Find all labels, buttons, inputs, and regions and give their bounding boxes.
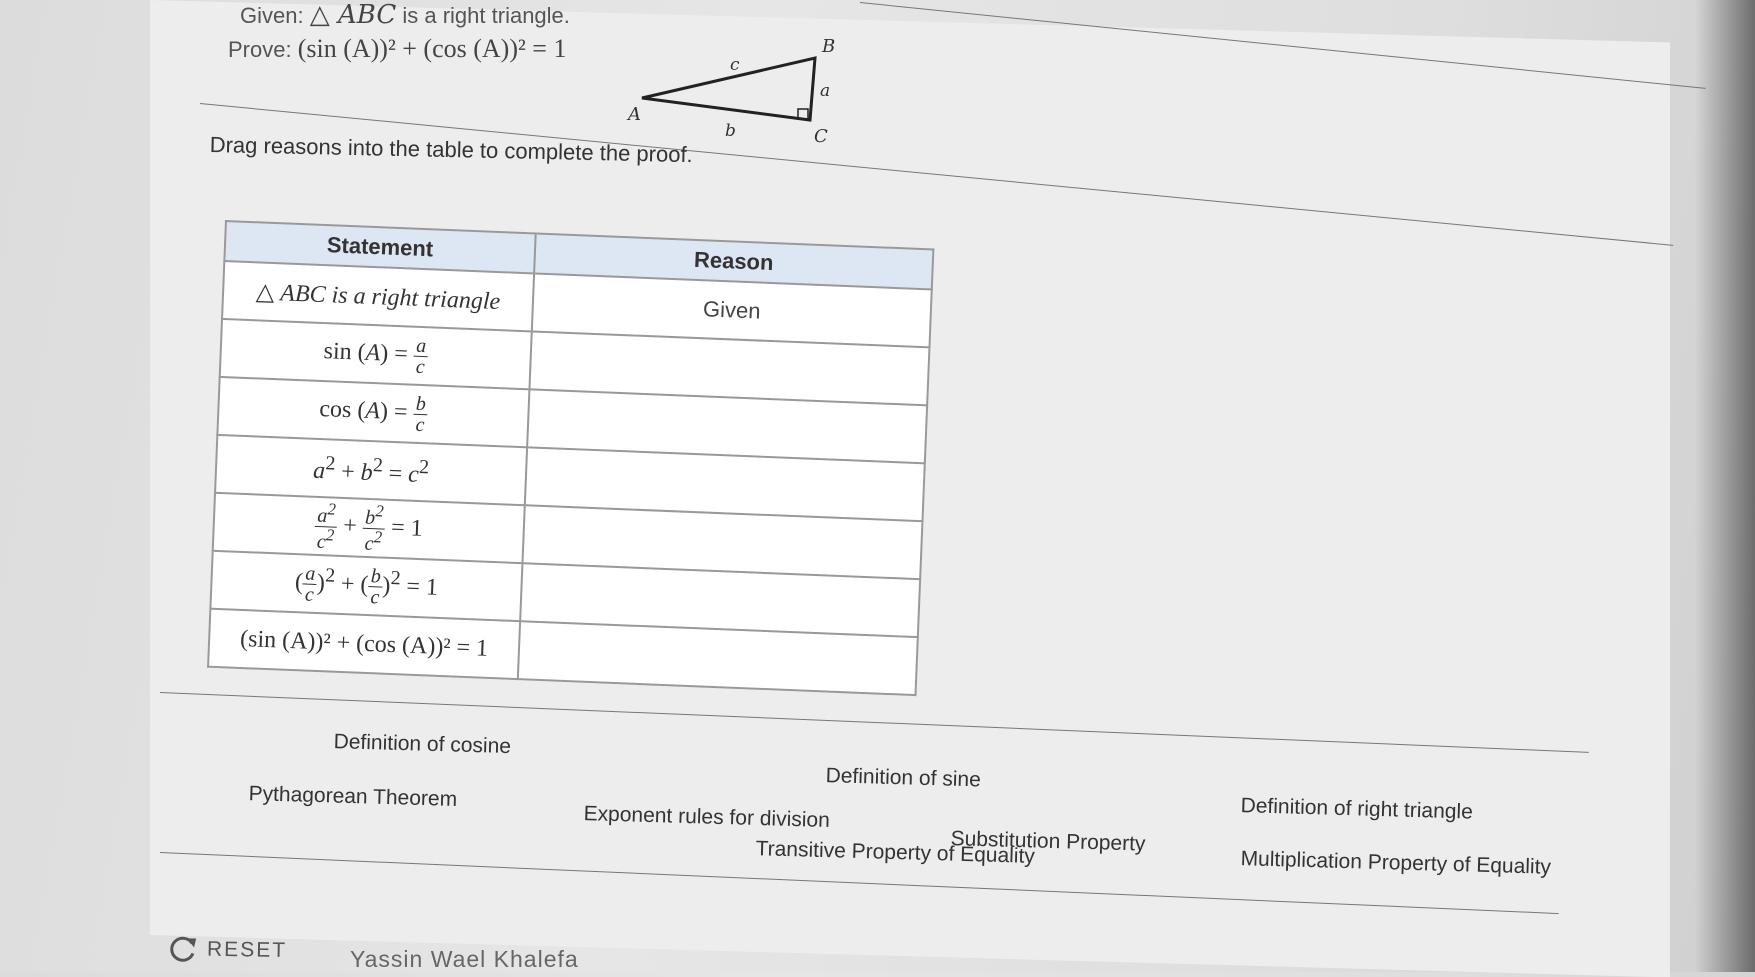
reason-chip-pythagorean-theorem[interactable]: Pythagorean Theorem [244, 780, 461, 814]
reason-chip-multiplication-property-of-equality[interactable]: Multiplication Property of Equality [1236, 845, 1555, 882]
reason-chip-exponent-rules-for-division[interactable]: Exponent rules for division [579, 800, 834, 835]
reason-chip-definition-of-right-triangle[interactable]: Definition of right triangle [1236, 792, 1477, 827]
reset-label: RESET [206, 937, 288, 963]
reason-chip-definition-of-cosine[interactable]: Definition of cosine [329, 728, 515, 761]
student-name: Yassin Wael Khalefa [350, 946, 579, 972]
reason-chip-definition-of-sine[interactable]: Definition of sine [821, 762, 985, 795]
reason-bank: Definition of cosine Definition of sine … [0, 0, 1755, 972]
reset-icon [170, 936, 197, 962]
reset-button[interactable]: RESET [165, 934, 288, 966]
